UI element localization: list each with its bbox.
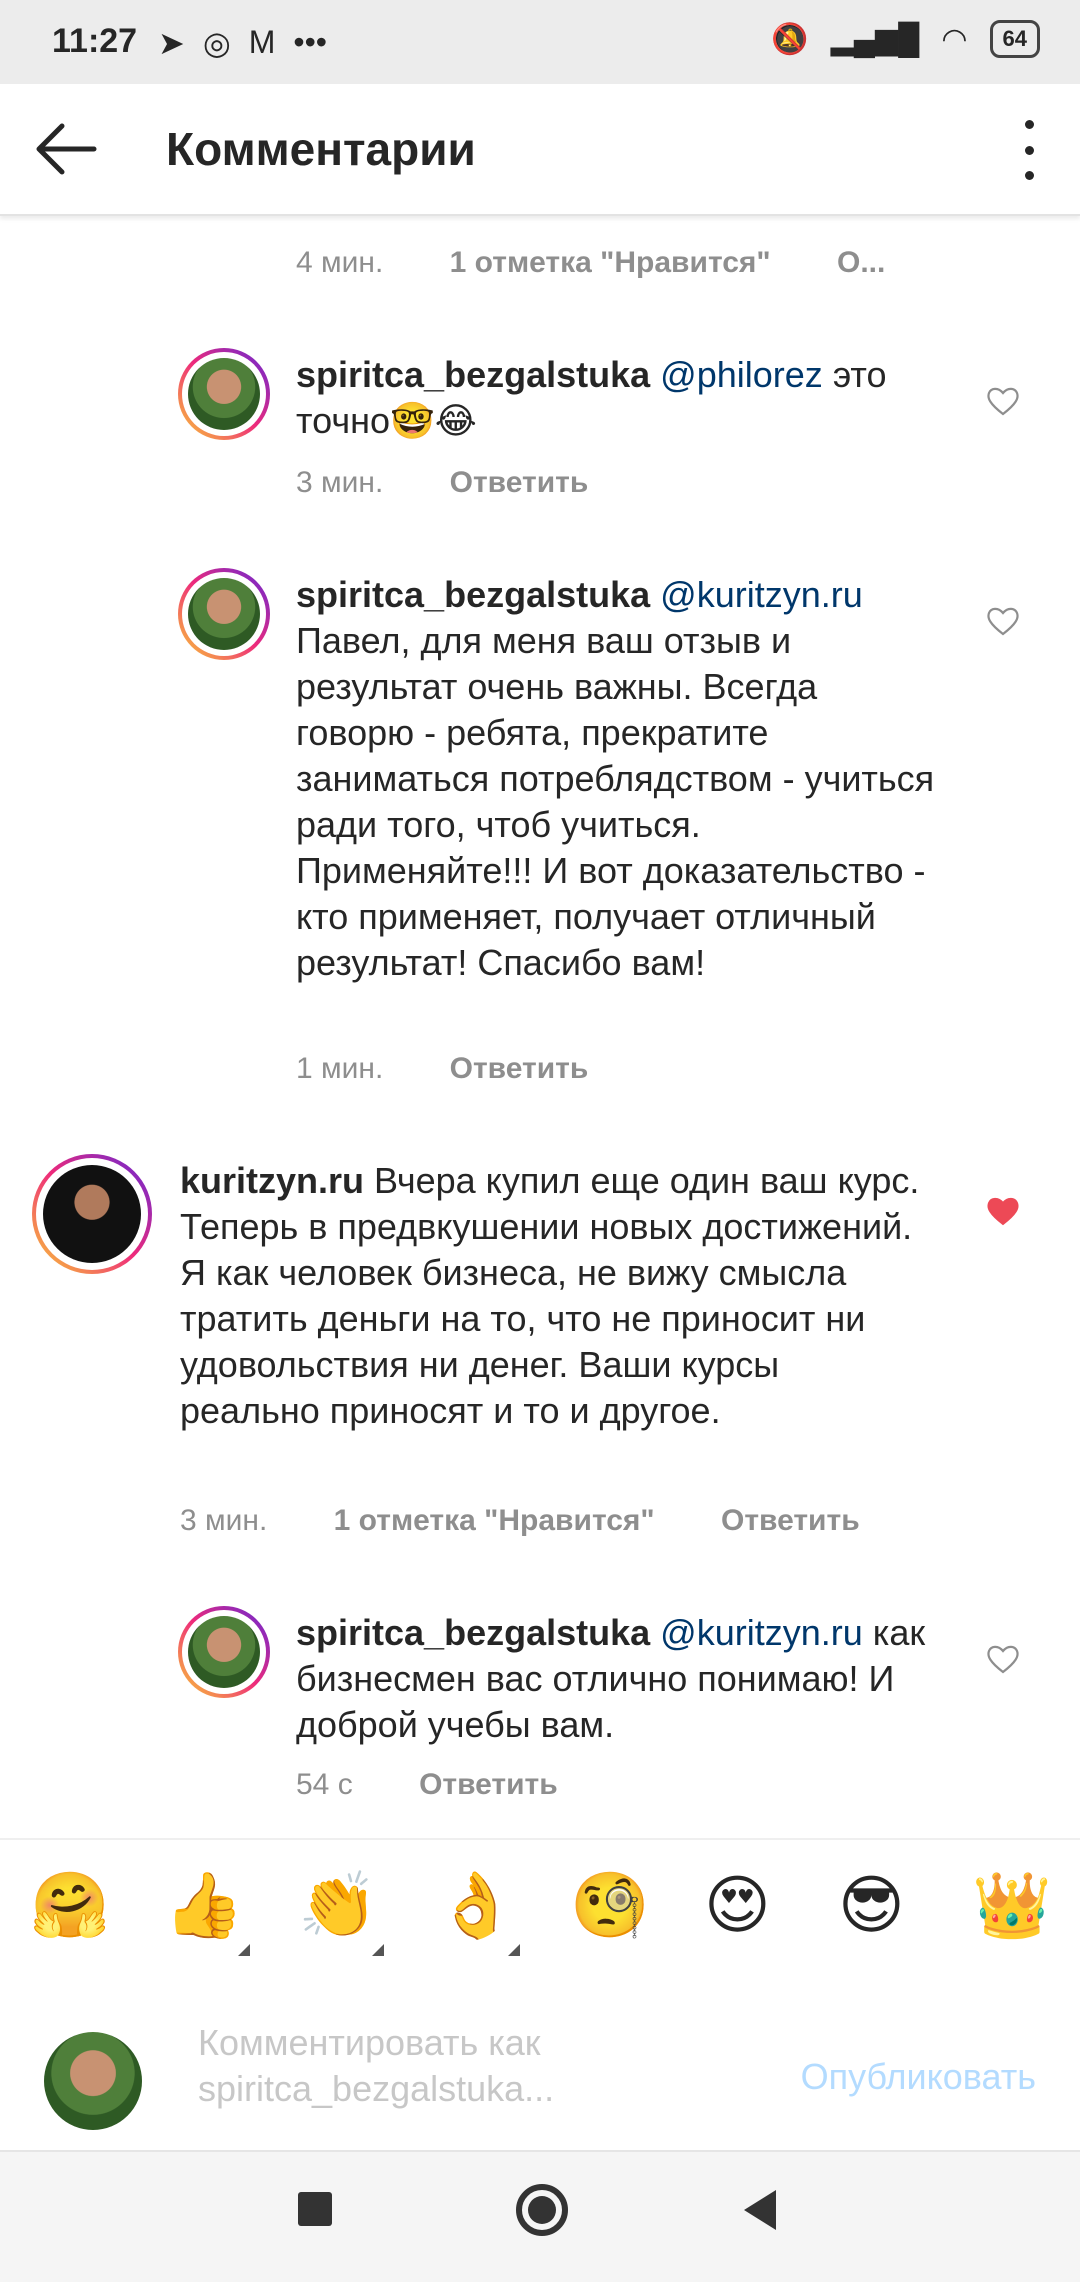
home-icon[interactable] (516, 2184, 568, 2236)
comments-list[interactable]: 4 мин. 1 отметка "Нравится" О... spiritc… (0, 214, 1080, 1834)
back-icon[interactable] (744, 2190, 776, 2230)
comment-username[interactable]: spiritca_bezgalstuka (296, 1612, 650, 1653)
comment-meta: 54 с Ответить (296, 1768, 558, 1802)
avatar[interactable] (178, 348, 270, 440)
system-nav-bar (0, 2150, 1080, 2282)
reply-button[interactable]: Ответить (419, 1768, 558, 1801)
comment-mention[interactable]: @kuritzyn.ru (660, 574, 863, 615)
comment-time: 3 мин. (296, 466, 384, 499)
comment-username[interactable]: kuritzyn.ru (180, 1160, 364, 1201)
ok-hand-emoji-button[interactable]: 👌 (436, 1868, 516, 1942)
comment-username[interactable]: spiritca_bezgalstuka (296, 354, 650, 395)
status-bar: 11:27 ➤ ◎ M ••• 🔕 ▂▄▆█ ◠ 64 (0, 0, 1080, 84)
notification-icons: ➤ ◎ M ••• (158, 24, 327, 62)
comment-body: Павел, для меня ваш отзыв и результат оч… (296, 620, 935, 983)
comment-likes-count[interactable]: 1 отметка "Нравится" (450, 246, 771, 279)
system-icons: 🔕 ▂▄▆█ ◠ 64 (771, 20, 1040, 58)
avatar[interactable] (178, 1606, 270, 1698)
avatar (44, 2032, 142, 2130)
more-options-icon[interactable] (1014, 120, 1044, 180)
more-dots-icon: ••• (293, 24, 327, 60)
wifi-icon: ◠ (941, 22, 968, 56)
reply-button[interactable]: Ответить (450, 466, 589, 499)
comment-meta: 4 мин. 1 отметка "Нравится" О... (296, 246, 885, 280)
page-title: Комментарии (166, 123, 476, 175)
like-heart-icon[interactable] (986, 1644, 1020, 1674)
comment-input[interactable]: Комментировать как spiritca_bezgalstuka.… (198, 2020, 588, 2112)
instagram-icon: ◎ (202, 25, 231, 61)
avatar[interactable] (32, 1154, 152, 1274)
skin-tone-indicator-icon (372, 1944, 384, 1956)
like-heart-icon[interactable] (986, 606, 1020, 636)
reply-button[interactable]: Ответить (721, 1504, 860, 1537)
thumbs-up-emoji-button[interactable]: 👍 (164, 1868, 244, 1942)
comment-composer: Комментировать как spiritca_bezgalstuka.… (0, 1972, 1080, 2148)
avatar[interactable] (178, 568, 270, 660)
comment-time: 3 мин. (180, 1504, 268, 1537)
like-heart-icon[interactable] (986, 386, 1020, 416)
signal-icon: ▂▄▆█ (830, 22, 920, 56)
comment-time: 4 мин. (296, 246, 384, 279)
comment-likes-count[interactable]: 1 отметка "Нравится" (334, 1504, 655, 1537)
skin-tone-indicator-icon (508, 1944, 520, 1956)
monocle-emoji-button[interactable]: 🧐 (570, 1868, 650, 1942)
comment-time: 54 с (296, 1768, 353, 1801)
comment-username[interactable]: spiritca_bezgalstuka (296, 574, 650, 615)
comment-mention[interactable]: @kuritzyn.ru (660, 1612, 863, 1653)
comment-text: spiritca_bezgalstuka @kuritzyn.ru как би… (296, 1610, 936, 1748)
recents-icon[interactable] (298, 2192, 332, 2226)
status-time: 11:27 (52, 22, 138, 60)
crown-emoji-button[interactable]: 👑 (972, 1868, 1052, 1942)
comment-text: kuritzyn.ru Вчера купил еще один ваш кур… (180, 1158, 920, 1434)
comment-mention[interactable]: @philorez (660, 354, 823, 395)
skin-tone-indicator-icon (238, 1944, 250, 1956)
like-heart-filled-icon[interactable] (986, 1196, 1020, 1226)
comment-text: spiritca_bezgalstuka @philorez это точно… (296, 352, 936, 444)
back-arrow-icon[interactable] (30, 114, 100, 184)
publish-button[interactable]: Опубликовать (801, 2056, 1036, 2098)
comment-meta: 1 мин. Ответить (296, 1052, 588, 1086)
comment-text: spiritca_bezgalstuka @kuritzyn.ru Павел,… (296, 572, 936, 986)
sunglasses-emoji-button[interactable]: 😎 (838, 1868, 905, 1942)
heart-eyes-emoji-button[interactable]: 😍 (704, 1868, 771, 1942)
gmail-icon: M (248, 24, 276, 60)
battery-icon: 64 (989, 20, 1040, 58)
reply-button[interactable]: Ответить (450, 1052, 589, 1085)
comment-meta: 3 мин. 1 отметка "Нравится" Ответить (180, 1504, 860, 1538)
hugging-emoji-button[interactable]: 🤗 (30, 1868, 110, 1942)
clapping-emoji-button[interactable]: 👏 (298, 1868, 378, 1942)
comment-time: 1 мин. (296, 1052, 384, 1085)
reply-button[interactable]: О... (837, 246, 885, 279)
mute-icon: 🔕 (771, 22, 809, 56)
telegram-icon: ➤ (158, 25, 185, 61)
app-header: Комментарии (0, 84, 1080, 216)
comment-meta: 3 мин. Ответить (296, 466, 588, 500)
emoji-quick-bar: 🤗 👍 👏 👌 🧐 😍 😎 👑 (0, 1838, 1080, 1974)
